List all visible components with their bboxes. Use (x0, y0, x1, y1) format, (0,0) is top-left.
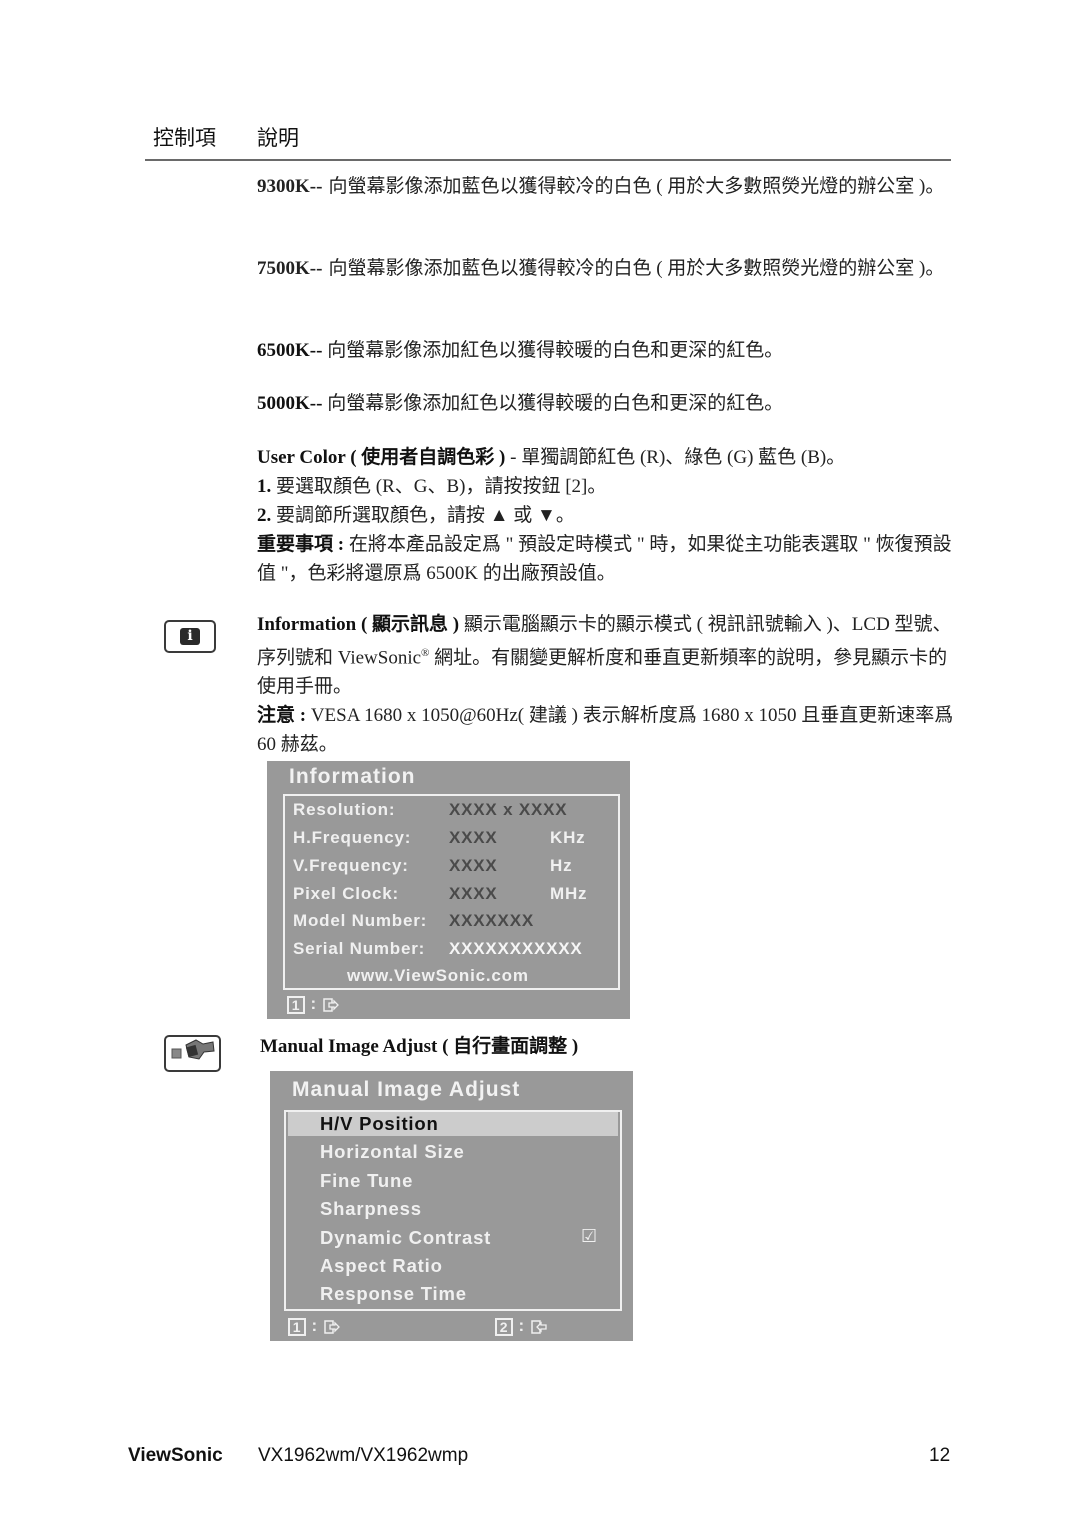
information-title: Information ( 顯示訊息 ) (257, 614, 460, 635)
important-text: 在將本產品設定爲 " 預設定時模式 " 時，如果從主功能表選取 " 恢復預設值 … (257, 534, 952, 584)
key-2-icon: 2 (495, 1317, 513, 1336)
menu-item-dynamic-contrast[interactable]: Dynamic Contrast (320, 1227, 491, 1249)
preset-7500k: 7500K-- 向螢幕影像添加藍色以獲得較冷的白色 ( 用於大多數照熒光燈的辦公… (257, 254, 957, 283)
menu-item-fine-tune[interactable]: Fine Tune (320, 1170, 413, 1192)
osd-value: XXXX x XXXX (449, 800, 568, 819)
osd-unit: KHz (550, 828, 586, 847)
page-number: 12 (929, 1445, 951, 1466)
column-header-description: 說明 (257, 126, 299, 150)
osd-value: XXXX (449, 828, 498, 847)
osd-row-pixel-clock: Pixel Clock: XXXX MHz (293, 884, 587, 904)
user-color-desc: - 單獨調節紅色 (R)、綠色 (G) 藍色 (B)。 (505, 447, 846, 468)
osd-value: XXXXXXX (449, 911, 534, 930)
osd-row-v-frequency: V.Frequency: XXXX Hz (293, 856, 572, 876)
osd-url: www.ViewSonic.com (347, 966, 529, 985)
osd-label: Pixel Clock: (293, 884, 399, 903)
menu-item-horizontal-size[interactable]: Horizontal Size (320, 1141, 465, 1163)
column-header-control: 控制項 (153, 126, 216, 150)
osd-label: Resolution: (293, 800, 396, 819)
manual-adjust-title: Manual Image Adjust ( 自行畫面調整 ) (260, 1036, 579, 1057)
information-desc: Information ( 顯示訊息 ) 顯示電腦顯示卡的顯示模式 ( 視訊訊號… (257, 610, 957, 701)
menu-item-sharpness[interactable]: Sharpness (320, 1198, 422, 1220)
menu-item-response-time[interactable]: Response Time (320, 1283, 467, 1305)
exit-icon (322, 997, 339, 1012)
note-label: 注意 : (257, 705, 307, 727)
osd-row-resolution: Resolution: XXXX x XXXX (293, 800, 567, 820)
osd-label: Serial Number: (293, 939, 426, 958)
key-colon: : (518, 1316, 525, 1335)
osd-key-hint-2: 2 : (495, 1316, 547, 1336)
step-number: 2. (257, 505, 272, 526)
osd-unit: MHz (550, 884, 588, 903)
user-color-section: User Color ( 使用者自調色彩 ) - 單獨調節紅色 (R)、綠色 (… (257, 443, 957, 588)
enter-icon (530, 1319, 547, 1334)
preset-5000k: 5000K-- 向螢幕影像添加紅色以獲得較暖的白色和更深的紅色。 (257, 389, 957, 418)
osd-label: V.Frequency: (293, 856, 409, 875)
osd-title: Information (289, 765, 416, 788)
osd-row-serial-number: Serial Number: XXXXXXXXXXX (293, 939, 583, 959)
preset-key: 9300K-- (257, 176, 323, 197)
preset-key: 6500K-- (257, 340, 323, 361)
info-icon: i (164, 620, 216, 653)
information-osd-panel: Information Resolution: XXXX x XXXX H.Fre… (267, 761, 630, 1019)
manual-adjust-osd-panel: Manual Image Adjust H/V Position Horizon… (270, 1071, 633, 1341)
manual-adjust-heading: Manual Image Adjust ( 自行畫面調整 ) (260, 1032, 578, 1061)
user-color-step-2: 2. 要調節所選取顏色，請按 ▲ 或 ▼。 (257, 501, 957, 530)
osd-unit: Hz (550, 856, 573, 875)
osd-key-hint-1: 1 : (288, 1316, 340, 1336)
osd-value: XXXXXXXXXXX (449, 939, 583, 958)
exit-icon (323, 1319, 340, 1334)
menu-item-hv-position[interactable]: H/V Position (320, 1113, 439, 1135)
preset-key: 7500K-- (257, 258, 323, 279)
preset-desc: 向螢幕影像添加紅色以獲得較暖的白色和更深的紅色。 (327, 340, 784, 361)
important-label: 重要事項 : (257, 534, 345, 555)
important-note: 重要事項 : 在將本產品設定爲 " 預設定時模式 " 時，如果從主功能表選取 "… (257, 530, 957, 588)
osd-key-hint-1: 1 : (287, 994, 339, 1014)
osd-title: Manual Image Adjust (292, 1078, 521, 1101)
osd-row-h-frequency: H.Frequency: XXXX KHz (293, 828, 585, 848)
user-color-title: User Color ( 使用者自調色彩 ) (257, 447, 506, 468)
checkbox-icon[interactable]: ☑ (581, 1226, 598, 1247)
information-note: 注意 : VESA 1680 x 1050@60Hz( 建議 ) 表示解析度爲 … (257, 701, 957, 759)
osd-label: H.Frequency: (293, 828, 412, 847)
information-section: Information ( 顯示訊息 ) 顯示電腦顯示卡的顯示模式 ( 視訊訊號… (257, 610, 957, 759)
user-color-step-1: 1. 要選取顏色 (R、G、B)，請按按鈕 [2]。 (257, 472, 957, 501)
info-glyph: i (180, 628, 200, 645)
wrench-icon (164, 1035, 221, 1072)
key-1-icon: 1 (287, 995, 305, 1014)
header-divider (145, 159, 951, 161)
preset-desc: 向螢幕影像添加藍色以獲得較冷的白色 ( 用於大多數照熒光燈的辦公室 )。 (328, 176, 945, 197)
preset-9300k: 9300K-- 向螢幕影像添加藍色以獲得較冷的白色 ( 用於大多數照熒光燈的辦公… (257, 172, 957, 201)
key-1-icon: 1 (288, 1317, 306, 1336)
osd-label: Model Number: (293, 911, 428, 930)
note-text: VESA 1680 x 1050@60Hz( 建議 ) 表示解析度爲 1680 … (257, 705, 954, 756)
footer-brand: ViewSonic (128, 1445, 223, 1466)
step-text: 要選取顏色 (R、G、B)，請按按鈕 [2]。 (271, 476, 607, 497)
preset-desc: 向螢幕影像添加紅色以獲得較暖的白色和更深的紅色。 (327, 393, 784, 414)
step-text: 要調節所選取顏色，請按 ▲ 或 ▼。 (271, 505, 575, 526)
key-colon: : (311, 1316, 318, 1335)
preset-key: 5000K-- (257, 393, 323, 414)
step-number: 1. (257, 476, 272, 497)
preset-desc: 向螢幕影像添加藍色以獲得較冷的白色 ( 用於大多數照熒光燈的辦公室 )。 (328, 258, 945, 279)
preset-6500k: 6500K-- 向螢幕影像添加紅色以獲得較暖的白色和更深的紅色。 (257, 336, 957, 365)
osd-value: XXXX (449, 884, 498, 903)
footer-model: VX1962wm/VX1962wmp (258, 1445, 469, 1466)
menu-item-aspect-ratio[interactable]: Aspect Ratio (320, 1255, 443, 1277)
user-color-line: User Color ( 使用者自調色彩 ) - 單獨調節紅色 (R)、綠色 (… (257, 443, 957, 472)
osd-row-model-number: Model Number: XXXXXXX (293, 911, 534, 931)
key-colon: : (310, 994, 317, 1013)
osd-value: XXXX (449, 856, 498, 875)
